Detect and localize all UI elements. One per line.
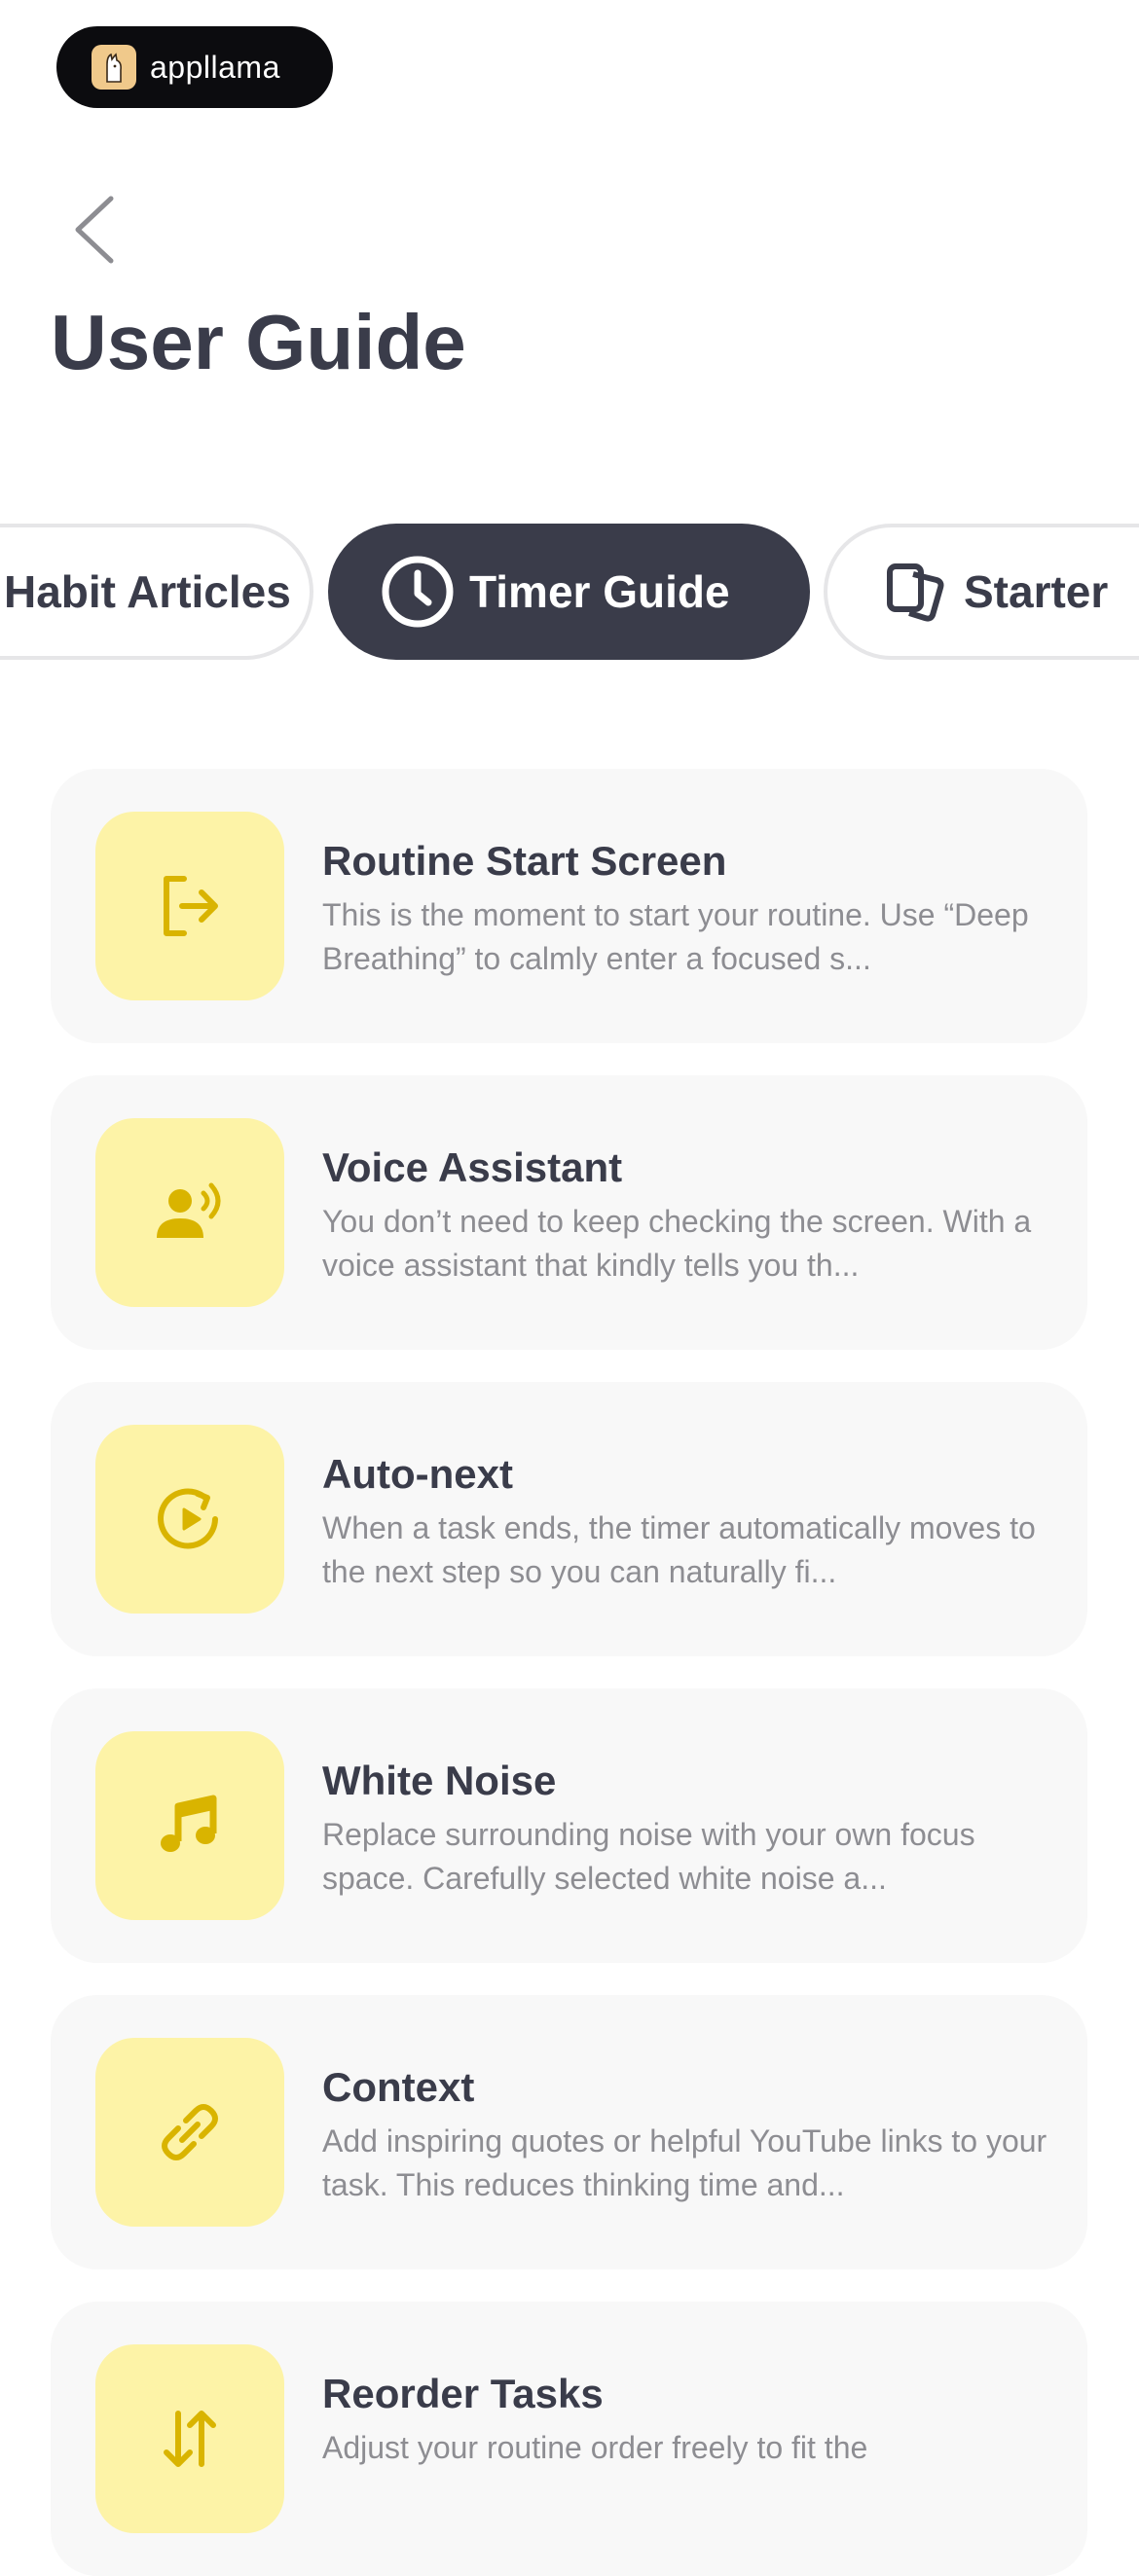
tab-timer-guide[interactable]: Timer Guide — [328, 524, 810, 660]
card-description: Add inspiring quotes or helpful YouTube … — [322, 2123, 1047, 2202]
guide-card-voice-assistant[interactable]: Voice Assistant You don’t need to keep c… — [51, 1075, 1087, 1350]
chevron-left-icon — [75, 196, 114, 264]
cards-icon — [884, 559, 950, 625]
tab-label: Habit Articles — [4, 566, 291, 617]
back-button[interactable] — [68, 191, 127, 269]
card-description: You don’t need to keep checking the scre… — [322, 1204, 1032, 1283]
guide-card-routine-start-screen[interactable]: Routine Start Screen This is the moment … — [51, 769, 1087, 1043]
category-tabs: Habit Articles Timer Guide Starter — [0, 524, 1139, 660]
card-description: When a task ends, the timer automaticall… — [322, 1510, 1036, 1589]
auto-next-icon — [95, 1425, 284, 1614]
card-title: Context — [322, 2064, 475, 2110]
tab-starter[interactable]: Starter — [824, 524, 1139, 660]
tab-habit-articles[interactable]: Habit Articles — [0, 524, 313, 660]
brand-badge: appllama — [56, 26, 333, 108]
tab-label: Starter — [964, 566, 1109, 617]
brand-name: appllama — [150, 49, 280, 85]
card-title: Routine Start Screen — [322, 838, 727, 884]
guide-card-reorder-tasks[interactable]: Reorder Tasks Adjust your routine order … — [51, 2302, 1087, 2576]
card-description: Replace surrounding noise with your own … — [322, 1817, 975, 1896]
reorder-icon — [95, 2344, 284, 2533]
card-title: White Noise — [322, 1758, 557, 1803]
guide-card-context[interactable]: Context Add inspiring quotes or helpful … — [51, 1995, 1087, 2269]
login-arrow-icon — [95, 812, 284, 1000]
card-title: Auto-next — [322, 1451, 513, 1497]
clock-icon — [380, 554, 456, 630]
llama-icon — [92, 45, 136, 90]
card-description: This is the moment to start your routine… — [322, 897, 1029, 976]
card-description: Adjust your routine order freely to fit … — [322, 2430, 868, 2465]
tab-label: Timer Guide — [469, 566, 730, 617]
guide-card-auto-next[interactable]: Auto-next When a task ends, the timer au… — [51, 1382, 1087, 1656]
page-title: User Guide — [51, 299, 466, 385]
link-icon — [95, 2038, 284, 2227]
music-note-icon — [95, 1731, 284, 1920]
card-title: Voice Assistant — [322, 1144, 623, 1190]
card-title: Reorder Tasks — [322, 2371, 604, 2416]
guide-card-white-noise[interactable]: White Noise Replace surrounding noise wi… — [51, 1688, 1087, 1963]
voice-icon — [95, 1118, 284, 1307]
